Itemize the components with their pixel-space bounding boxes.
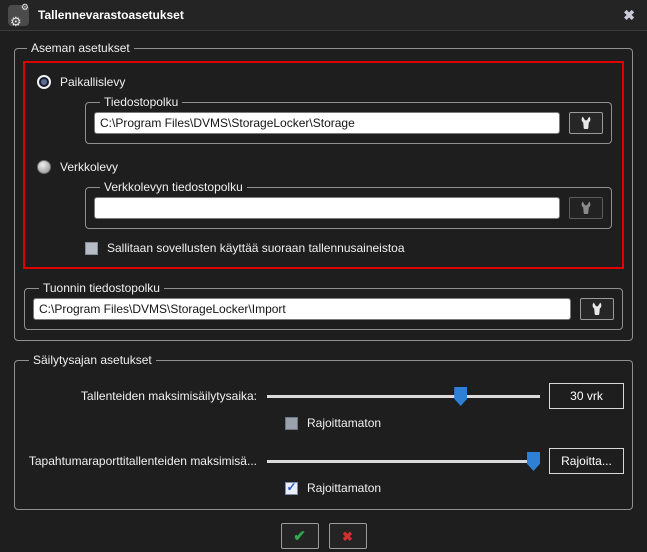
cross-icon: ✖ bbox=[342, 530, 353, 543]
max-retention-value: 30 vrk bbox=[549, 383, 624, 409]
event-report-retention-label: Tapahtumaraporttitallenteiden maksimisä.… bbox=[23, 454, 267, 468]
network-path-input[interactable] bbox=[94, 197, 560, 219]
max-retention-row: Tallenteiden maksimisäilytysaika: 30 vrk bbox=[23, 383, 624, 409]
max-retention-label: Tallenteiden maksimisäilytysaika: bbox=[23, 389, 267, 403]
dialog-content: Aseman asetukset Paikallislevy Tiedostop… bbox=[0, 31, 647, 549]
network-disk-radio[interactable] bbox=[37, 160, 51, 174]
slider-track[interactable] bbox=[267, 460, 540, 463]
gears-icon: ⚙ ⚙ bbox=[8, 5, 29, 26]
slider-thumb[interactable] bbox=[527, 452, 540, 471]
allow-direct-row[interactable]: Sallitaan sovellusten käyttää suoraan ta… bbox=[85, 241, 614, 255]
slider-thumb[interactable] bbox=[454, 387, 467, 406]
network-disk-radio-row[interactable]: Verkkolevy bbox=[37, 160, 614, 174]
max-retention-slider[interactable] bbox=[267, 385, 540, 407]
close-icon[interactable]: ✖ bbox=[623, 8, 635, 22]
max-retention-unlimited-checkbox[interactable] bbox=[285, 417, 298, 430]
allow-direct-label: Sallitaan sovellusten käyttää suoraan ta… bbox=[107, 241, 405, 255]
event-report-retention-row: Tapahtumaraporttitallenteiden maksimisä.… bbox=[23, 448, 624, 474]
cancel-button[interactable]: ✖ bbox=[329, 523, 367, 549]
retention-settings-group: Säilytysajan asetukset Tallenteiden maks… bbox=[14, 353, 633, 510]
wrench-icon bbox=[578, 115, 594, 131]
check-icon: ✔ bbox=[293, 529, 306, 544]
network-disk-label: Verkkolevy bbox=[60, 160, 118, 174]
check-mark-icon: ✓ bbox=[286, 481, 296, 493]
title-bar: ⚙ ⚙ Tallennevarastoasetukset ✖ bbox=[0, 0, 647, 31]
window-title: Tallennevarastoasetukset bbox=[38, 8, 623, 22]
network-path-group: Verkkolevyn tiedostopolku bbox=[85, 180, 612, 229]
file-path-legend: Tiedostopolku bbox=[100, 95, 182, 109]
max-retention-unlimited-label: Rajoittamaton bbox=[307, 416, 381, 430]
event-report-unlimited-label: Rajoittamaton bbox=[307, 481, 381, 495]
allow-direct-checkbox[interactable] bbox=[85, 242, 98, 255]
drive-settings-group: Aseman asetukset Paikallislevy Tiedostop… bbox=[14, 41, 633, 341]
event-report-retention-value: Rajoitta... bbox=[549, 448, 624, 474]
local-disk-radio[interactable] bbox=[37, 75, 51, 89]
wrench-icon bbox=[578, 200, 594, 216]
drive-settings-legend: Aseman asetukset bbox=[27, 41, 134, 55]
dialog-footer: ✔ ✖ bbox=[14, 523, 633, 549]
max-retention-unlimited-row[interactable]: Rajoittamaton bbox=[285, 416, 624, 430]
local-disk-radio-row[interactable]: Paikallislevy bbox=[37, 75, 614, 89]
retention-settings-legend: Säilytysajan asetukset bbox=[29, 353, 156, 367]
import-path-input[interactable] bbox=[33, 298, 571, 320]
browse-network-path-button bbox=[569, 197, 603, 219]
import-path-group: Tuonnin tiedostopolku bbox=[24, 281, 623, 330]
storage-settings-dialog: ⚙ ⚙ Tallennevarastoasetukset ✖ Aseman as… bbox=[0, 0, 647, 549]
highlighted-selection-frame: Paikallislevy Tiedostopolku bbox=[23, 61, 624, 269]
network-path-legend: Verkkolevyn tiedostopolku bbox=[100, 180, 247, 194]
slider-track[interactable] bbox=[267, 395, 540, 398]
wrench-icon bbox=[589, 301, 605, 317]
file-path-input[interactable] bbox=[94, 112, 560, 134]
browse-import-path-button[interactable] bbox=[580, 298, 614, 320]
ok-button[interactable]: ✔ bbox=[281, 523, 319, 549]
browse-path-button[interactable] bbox=[569, 112, 603, 134]
event-report-retention-slider[interactable] bbox=[267, 450, 540, 472]
event-report-unlimited-checkbox[interactable]: ✓ bbox=[285, 482, 298, 495]
local-disk-label: Paikallislevy bbox=[60, 75, 125, 89]
import-path-legend: Tuonnin tiedostopolku bbox=[39, 281, 164, 295]
event-report-unlimited-row[interactable]: ✓ Rajoittamaton bbox=[285, 481, 624, 495]
file-path-group: Tiedostopolku bbox=[85, 95, 612, 144]
